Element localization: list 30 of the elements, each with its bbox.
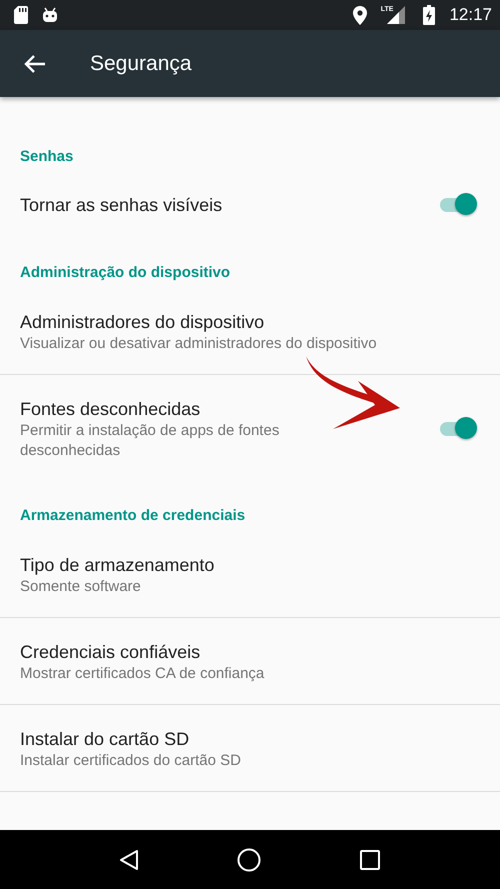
- item-title: Tornar as senhas visíveis: [20, 194, 224, 217]
- item-title: Instalar do cartão SD: [20, 728, 190, 751]
- settings-item[interactable]: Instalar do cartão SD Instalar certificados do cartão SD: [0, 705, 500, 792]
- item-summary: Instalar certificados do cartão SD: [20, 751, 242, 771]
- back-arrow-icon[interactable]: [24, 54, 46, 72]
- clock-time: 12:17: [449, 5, 492, 25]
- item-summary: Somente software: [20, 577, 142, 597]
- recents-icon[interactable]: [359, 848, 381, 870]
- item-summary: Visualizar ou desativar administradores do dispositivo: [20, 334, 378, 354]
- back-icon[interactable]: [119, 848, 139, 870]
- settings-item[interactable]: Fontes desconhecidas Permitir a instalação de apps de fontes desconhecidas: [0, 375, 500, 481]
- location-icon: [352, 6, 367, 24]
- settings-item[interactable]: Tipo de armazenamento Somente software: [0, 531, 500, 618]
- item-summary: Permitir a instalação de apps de fontes desconhecidas: [20, 421, 280, 461]
- item-title: Tipo de armazenamento: [20, 554, 216, 577]
- section-header: Armazenamento de credenciais: [19, 506, 246, 526]
- sd-card-icon: [14, 6, 28, 24]
- item-title: Fontes desconhecidas: [20, 398, 202, 421]
- item-summary: Mostrar certificados CA de confiança: [20, 664, 266, 684]
- settings-item[interactable]: Tornar as senhas visíveis: [0, 172, 500, 238]
- battery-charging-icon: [423, 5, 436, 25]
- item-title: Administradores do dispositivo: [20, 311, 266, 334]
- settings-item[interactable]: Credenciais confiáveis Mostrar certificados CA de confiança: [0, 618, 500, 705]
- section-header: Senhas: [19, 147, 74, 167]
- home-icon[interactable]: [237, 848, 261, 872]
- section-header: Administração do dispositivo: [19, 263, 232, 283]
- item-title: Credenciais confiáveis: [20, 641, 202, 664]
- settings-item[interactable]: Administradores do dispositivo Visualizar ou desativar administradores do dispositivo: [0, 288, 500, 375]
- screen-title: Segurança: [90, 52, 192, 76]
- robot-icon: [42, 7, 58, 23]
